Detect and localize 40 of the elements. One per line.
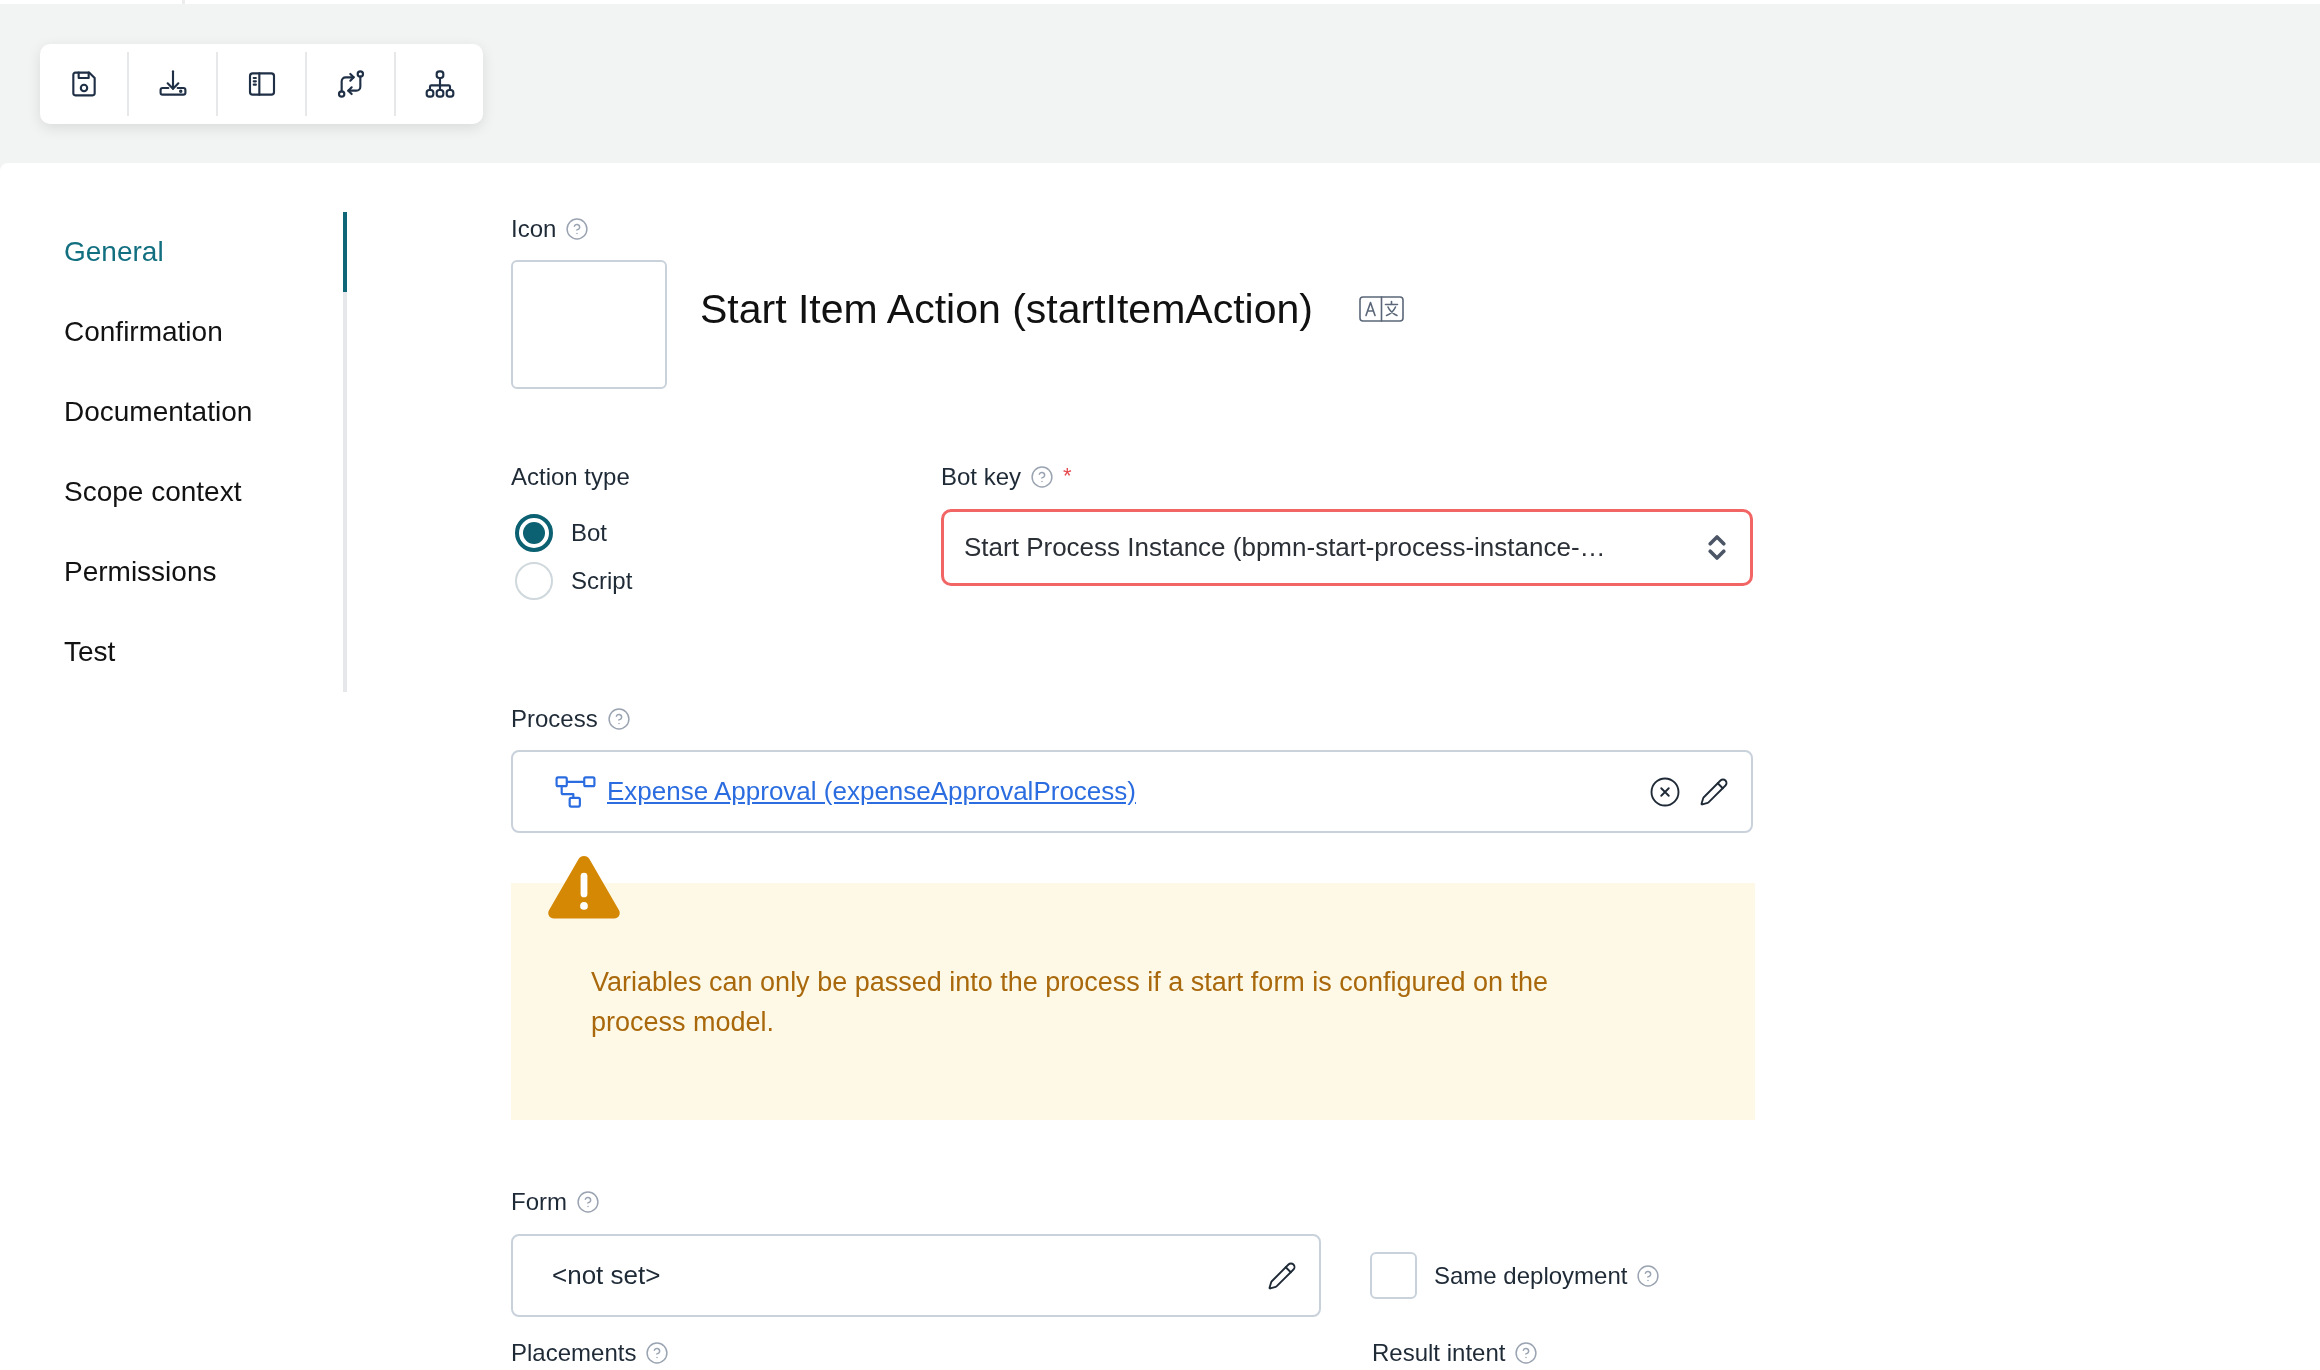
- chevrons-up-down-icon: [1708, 534, 1726, 561]
- warning-icon: [547, 854, 621, 919]
- radio-button[interactable]: [515, 514, 553, 552]
- help-icon: [607, 708, 630, 730]
- workflow-icon: [555, 775, 596, 808]
- pencil-icon[interactable]: [1699, 776, 1729, 807]
- icon-label: Icon: [511, 215, 557, 243]
- clear-icon[interactable]: [1650, 776, 1680, 807]
- hierarchy-icon: [423, 68, 456, 100]
- help-icon: [646, 1342, 669, 1364]
- help-icon: [566, 218, 589, 240]
- checkbox-label: Same deployment: [1434, 1261, 1628, 1290]
- checkbox[interactable]: [1370, 1252, 1417, 1299]
- nav-item[interactable]: General: [0, 212, 347, 292]
- form-field[interactable]: <not set>: [511, 1234, 1321, 1317]
- help-icon: [577, 1191, 599, 1213]
- help-icon: [1515, 1342, 1538, 1364]
- action-title: Start Item Action (startItemAction): [700, 286, 1313, 332]
- warning-text: Variables can only be passed into the process if a start form is configured on the process model.: [591, 966, 1550, 1039]
- nav-item[interactable]: Scope context: [0, 452, 347, 532]
- bot-key-select[interactable]: Start Process Instance (bpmn-start-process-instance-…: [941, 509, 1753, 586]
- result-intent-label: Result intent: [1372, 1339, 1506, 1367]
- nav-item[interactable]: Permissions: [0, 532, 347, 612]
- process-field[interactable]: Expense Approval (expenseApprovalProcess): [511, 750, 1753, 833]
- radio-label: Script: [571, 566, 633, 596]
- help-icon: [1637, 1264, 1660, 1287]
- form-label: Form: [511, 1188, 567, 1216]
- nav-item[interactable]: Documentation: [0, 372, 347, 452]
- nav-item[interactable]: Test: [0, 612, 347, 692]
- translate-icon[interactable]: [1358, 296, 1404, 322]
- radio-label: Bot: [571, 518, 608, 548]
- process-label: Process: [511, 705, 598, 733]
- placements-label: Placements: [511, 1339, 637, 1367]
- pencil-icon[interactable]: [1267, 1260, 1297, 1291]
- action-type-label: Action type: [511, 463, 630, 491]
- nav-item[interactable]: Confirmation: [0, 292, 347, 372]
- help-icon: [1031, 466, 1054, 488]
- process-link[interactable]: Expense Approval (expenseApprovalProcess): [607, 772, 1136, 811]
- bot-key-label: Bot key: [941, 463, 1022, 491]
- required-mark: *: [1063, 463, 1072, 487]
